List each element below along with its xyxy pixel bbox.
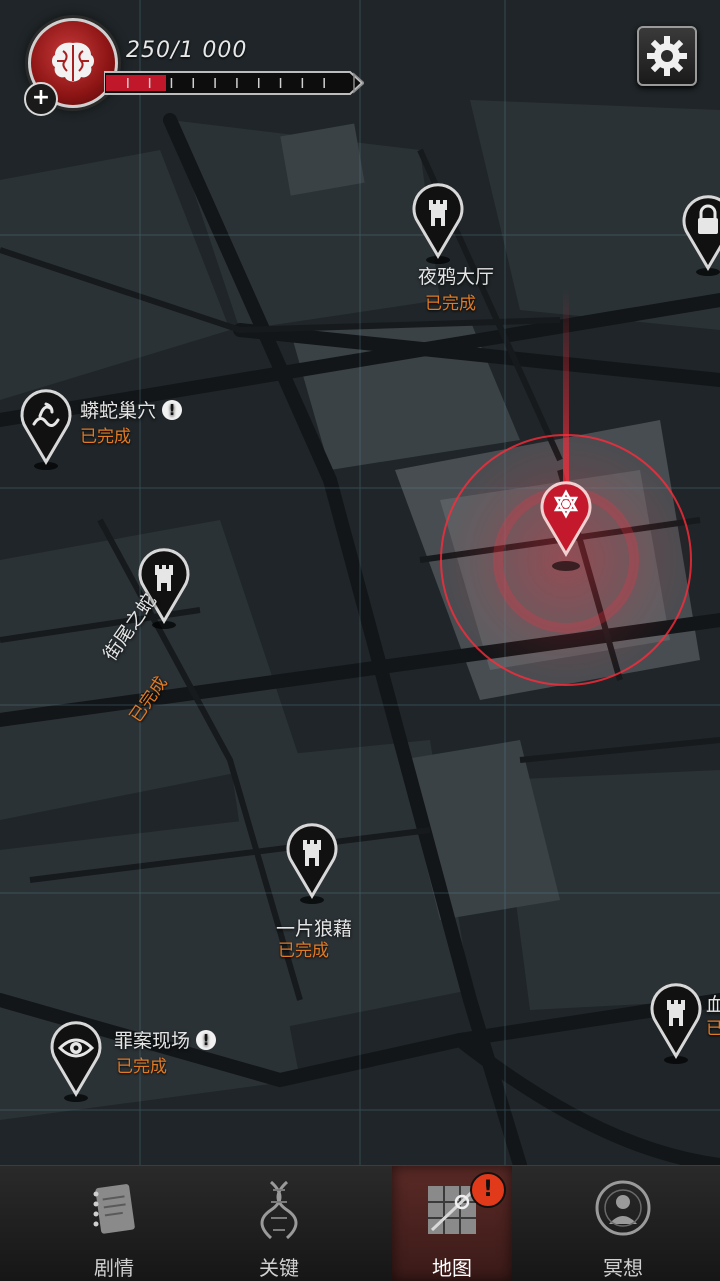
location-status: 已 [706,1019,720,1039]
tower-icon [650,983,702,1064]
location-status: 已完成 [116,1057,167,1077]
city-map[interactable]: 夜鸦大厅 已完成 蟒蛇巢穴! 已完成 街尾之蛇 已完成 一片狼藉 已完成 罪案现… [0,0,720,1165]
gear-icon [647,36,687,76]
map-pin-mess[interactable] [284,820,340,906]
map-pin-blood[interactable] [648,980,704,1066]
lock-icon [682,195,720,276]
energy-fill [106,75,166,91]
nav-item-key[interactable]: 关键 [219,1166,339,1281]
location-name: 血 [706,994,720,1016]
nav-label: 冥想 [603,1256,643,1280]
brain-icon [52,42,94,82]
meditation-icon [595,1180,651,1236]
dna-icon [260,1180,298,1240]
settings-button[interactable] [637,26,697,86]
add-energy-button[interactable]: + [24,82,58,116]
map-alert-badge: ! [470,1172,506,1208]
nav-label: 剧情 [94,1256,134,1280]
nav-item-story[interactable]: 剧情 [54,1166,174,1281]
map-pin-current[interactable] [538,478,594,564]
alert-icon[interactable]: ! [162,400,183,420]
location-name: 夜鸦大厅 [418,266,495,288]
hexagram-icon [540,481,592,557]
energy-counter: 250/1 000 [126,38,248,63]
location-status: 已完成 [278,941,329,961]
map-pin-python-nest[interactable] [18,386,74,472]
tower-icon [286,823,338,904]
location-status: 已完成 [425,294,476,314]
map-pin-locked[interactable] [680,192,720,278]
nav-item-meditation[interactable]: 冥想 [563,1166,683,1281]
tower-icon [412,183,464,264]
location-name: 罪案现场! [114,1026,217,1053]
nav-label: 地图 [432,1256,472,1280]
map-background [0,0,720,1165]
notebook-icon [93,1184,135,1234]
location-status: 已完成 [80,427,131,447]
map-pin-crime-scene[interactable] [48,1018,104,1104]
serpent-icon [20,389,72,470]
map-pin-raven-hall[interactable] [410,180,466,266]
plus-icon: + [31,85,51,110]
top-hud: + 250/1 000 [0,0,720,120]
energy-bar [104,71,364,95]
location-name: 蟒蛇巢穴! [80,396,183,423]
nav-label: 关键 [259,1256,299,1280]
bottom-nav: 剧情 关键 地图 冥想 [0,1165,720,1281]
alert-icon[interactable]: ! [196,1030,217,1050]
eye-icon [50,1021,102,1102]
